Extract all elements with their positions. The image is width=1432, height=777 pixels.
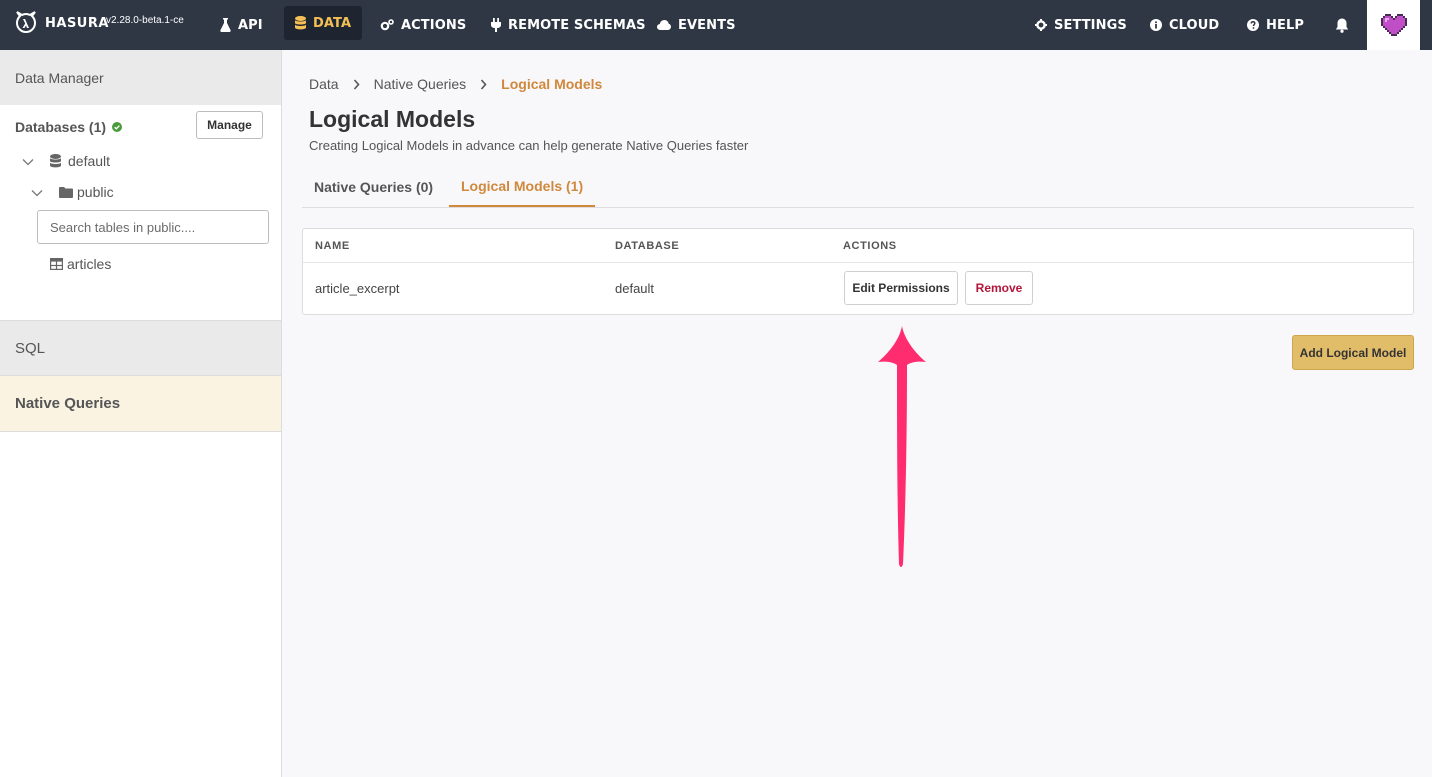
connected-status-icon — [112, 122, 123, 132]
sidebar-item-sql[interactable]: SQL — [0, 320, 281, 376]
manage-button[interactable]: Manage — [196, 111, 263, 139]
cell-database: default — [615, 281, 655, 296]
chevron-down-icon — [31, 190, 43, 197]
nav-cloud-label: CLOUD — [1169, 17, 1220, 33]
nav-data-label: DATA — [313, 15, 352, 31]
column-header-database: DATABASE — [615, 240, 680, 252]
breadcrumb-logical-models: Logical Models — [501, 76, 603, 92]
cell-name: article_excerpt — [315, 281, 400, 296]
table-name: articles — [67, 256, 112, 272]
version-label: v2.28.0-beta.1-ce — [106, 15, 184, 26]
column-header-name: NAME — [315, 240, 350, 252]
nav-settings[interactable]: SETTINGS — [1035, 0, 1127, 50]
logo-text: HASURA — [45, 15, 109, 31]
database-icon — [50, 154, 61, 168]
table-icon — [50, 258, 63, 270]
cloud-icon — [657, 20, 671, 30]
sidebar: Data Manager Databases (1) Manage defaul… — [0, 50, 282, 777]
breadcrumb-data[interactable]: Data — [309, 76, 339, 92]
search-tables-input[interactable] — [37, 210, 269, 244]
notifications-button[interactable] — [1335, 0, 1349, 50]
annotation-arrow — [878, 326, 926, 567]
plug-icon — [491, 18, 501, 32]
tab-native-queries[interactable]: Native Queries (0) — [314, 167, 433, 207]
database-name: default — [68, 153, 111, 169]
page-title: Logical Models — [309, 106, 476, 132]
nav-cloud[interactable]: CLOUD — [1150, 0, 1219, 50]
breadcrumb-native-queries[interactable]: Native Queries — [374, 76, 467, 92]
info-icon — [1150, 19, 1162, 31]
tree-table-articles[interactable]: articles — [50, 256, 111, 272]
bell-icon — [1335, 18, 1349, 33]
chevron-right-icon — [353, 78, 360, 90]
edit-permissions-button[interactable]: Edit Permissions — [844, 271, 958, 305]
nav-remote-schemas[interactable]: REMOTE SCHEMAS — [491, 0, 646, 50]
nav-help-label: HELP — [1266, 17, 1304, 33]
sidebar-header: Data Manager — [0, 50, 281, 105]
tab-logical-models[interactable]: Logical Models (1) — [449, 167, 596, 207]
user-avatar[interactable] — [1367, 0, 1420, 50]
hasura-logo-icon — [15, 11, 37, 34]
question-icon — [1247, 19, 1259, 31]
nav-actions[interactable]: ACTIONS — [380, 0, 466, 50]
schema-name: public — [77, 184, 114, 200]
nav-data[interactable]: DATA — [284, 6, 363, 40]
gear-icon — [1035, 19, 1047, 31]
hasura-logo[interactable]: HASURA — [12, 9, 109, 37]
tabs: Native Queries (0) Logical Models (1) — [302, 167, 1414, 208]
nav-settings-label: SETTINGS — [1054, 17, 1127, 33]
tree-database-default[interactable]: default — [22, 153, 110, 169]
nav-actions-label: ACTIONS — [401, 17, 467, 33]
breadcrumb: Data Native Queries Logical Models — [309, 76, 602, 92]
chevron-right-icon — [480, 78, 487, 90]
top-navbar: HASURA v2.28.0-beta.1-ce API DATA ACTION… — [0, 0, 1432, 50]
column-header-actions: ACTIONS — [843, 240, 897, 252]
logical-models-table: NAME DATABASE ACTIONS article_excerpt de… — [302, 228, 1414, 315]
nav-remote-schemas-label: REMOTE SCHEMAS — [508, 17, 646, 33]
table-header: NAME DATABASE ACTIONS — [303, 229, 1413, 263]
nav-events-label: EVENTS — [678, 17, 736, 33]
nav-events[interactable]: EVENTS — [657, 0, 736, 50]
chevron-down-icon — [22, 159, 34, 166]
folder-icon — [59, 186, 73, 198]
flask-icon — [220, 18, 231, 32]
pixel-heart-icon — [1380, 14, 1407, 36]
database-icon — [295, 16, 306, 30]
page-subtitle: Creating Logical Models in advance can h… — [309, 138, 749, 153]
databases-heading: Databases (1) — [15, 119, 123, 135]
nav-api[interactable]: API — [220, 0, 263, 50]
sidebar-item-native-queries[interactable]: Native Queries — [0, 376, 281, 432]
add-logical-model-button[interactable]: Add Logical Model — [1292, 335, 1414, 370]
databases-label: Databases (1) — [15, 119, 107, 135]
cogs-icon — [380, 19, 394, 31]
nav-api-label: API — [238, 17, 263, 33]
nav-help[interactable]: HELP — [1247, 0, 1304, 50]
remove-button[interactable]: Remove — [965, 271, 1033, 305]
tree-schema-public[interactable]: public — [31, 184, 114, 200]
